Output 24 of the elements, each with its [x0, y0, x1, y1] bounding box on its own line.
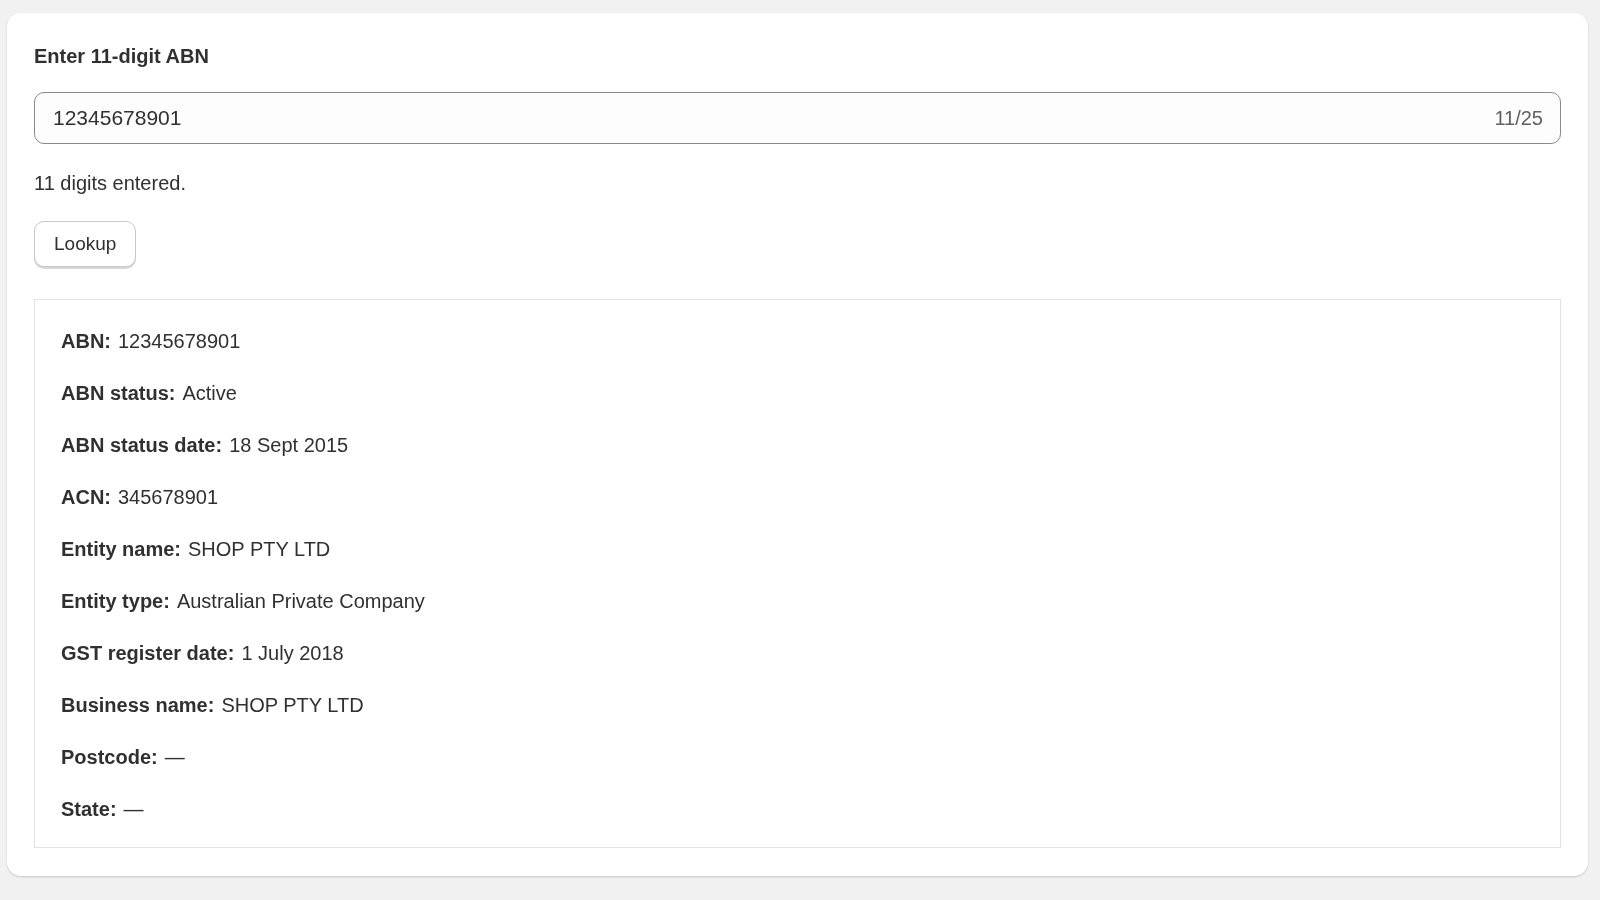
detail-value: 1 July 2018 [241, 641, 344, 666]
detail-label: State: [61, 797, 117, 822]
detail-value: SHOP PTY LTD [188, 537, 331, 562]
character-counter: 11/25 [1494, 106, 1543, 130]
detail-value: Active [182, 381, 237, 406]
detail-value: 345678901 [118, 485, 219, 510]
detail-label: Entity name: [61, 537, 182, 562]
detail-label: Postcode: [61, 745, 158, 770]
detail-label: GST register date: [61, 641, 235, 666]
lookup-button[interactable]: Lookup [34, 221, 137, 267]
detail-value: Australian Private Company [176, 589, 425, 614]
detail-label: ABN: [61, 329, 111, 354]
detail-value: SHOP PTY LTD [221, 693, 364, 718]
detail-value: — [164, 745, 185, 770]
detail-label: Entity type: [61, 589, 170, 614]
detail-label: Business name: [61, 693, 215, 718]
helper-text: 11 digits entered. [34, 172, 187, 195]
detail-value: — [123, 797, 144, 822]
detail-value: 18 Sept 2015 [229, 433, 349, 458]
detail-label: ACN: [61, 485, 111, 510]
detail-value: 12345678901 [118, 329, 241, 354]
detail-label: ABN status: [61, 381, 176, 406]
detail-label: ABN status date: [61, 433, 223, 458]
field-label: Enter 11-digit ABN [34, 45, 210, 68]
